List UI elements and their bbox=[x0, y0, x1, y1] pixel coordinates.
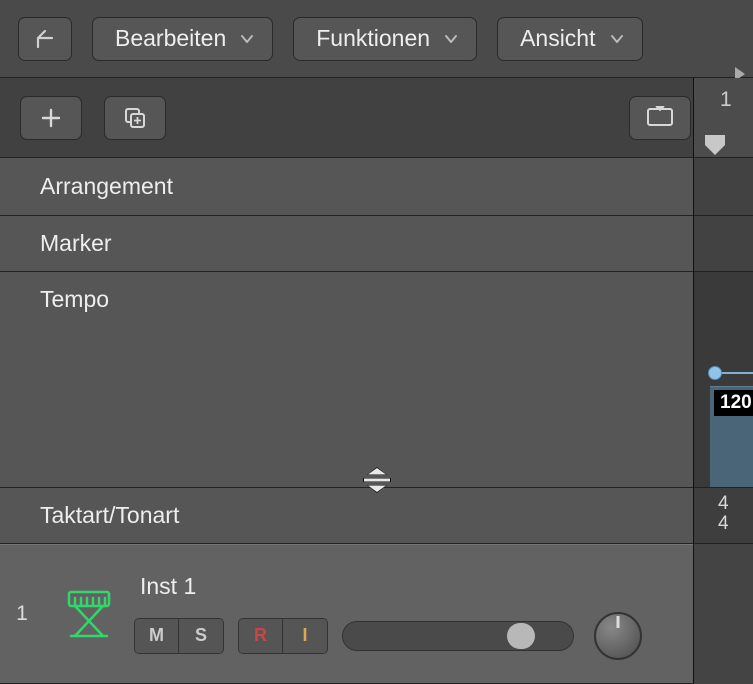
keyboard-instrument-icon bbox=[61, 586, 117, 642]
view-menu[interactable]: Ansicht bbox=[497, 17, 642, 61]
solo-button[interactable]: S bbox=[179, 619, 223, 653]
track-controls: M S R I bbox=[134, 612, 753, 660]
back-arrow-icon bbox=[32, 26, 58, 52]
main-toolbar: Bearbeiten Funktionen Ansicht bbox=[0, 0, 753, 78]
record-enable-button[interactable]: R bbox=[239, 619, 283, 653]
ruler-arrangement[interactable] bbox=[694, 158, 753, 216]
tracks-subtoolbar bbox=[0, 78, 753, 158]
ruler-area: 1 120 4 4 bbox=[693, 78, 753, 684]
time-sig-numerator: 4 bbox=[718, 494, 729, 514]
arrangement-lane: Arrangement + bbox=[0, 158, 753, 216]
functions-menu-label: Funktionen bbox=[316, 25, 430, 52]
record-input-group: R I bbox=[238, 618, 328, 654]
tempo-label: Tempo bbox=[40, 286, 109, 313]
playhead-icon[interactable] bbox=[702, 132, 728, 158]
functions-menu[interactable]: Funktionen bbox=[293, 17, 477, 61]
ruler-marker[interactable] bbox=[694, 216, 753, 272]
bar-number: 1 bbox=[720, 88, 732, 112]
volume-thumb[interactable] bbox=[507, 623, 535, 649]
mute-solo-group: M S bbox=[134, 618, 224, 654]
edit-menu-label: Bearbeiten bbox=[115, 25, 226, 52]
resize-handle-icon[interactable] bbox=[355, 465, 399, 495]
tempo-lane: Tempo 140 120 100 bbox=[0, 272, 753, 488]
ruler-tempo[interactable]: 120 bbox=[694, 272, 753, 488]
chevron-down-icon bbox=[240, 32, 254, 46]
chevron-down-icon bbox=[444, 32, 458, 46]
add-track-button[interactable] bbox=[20, 96, 82, 140]
marker-lane: Marker + bbox=[0, 216, 753, 272]
pan-knob[interactable] bbox=[594, 612, 642, 660]
time-sig-denominator: 4 bbox=[718, 514, 729, 534]
track-name[interactable]: Inst 1 bbox=[134, 573, 753, 600]
duplicate-track-button[interactable] bbox=[104, 96, 166, 140]
time-signature: 4 4 bbox=[718, 494, 729, 534]
back-button[interactable] bbox=[18, 17, 72, 61]
mute-button[interactable]: M bbox=[135, 619, 179, 653]
signature-label: Taktart/Tonart bbox=[40, 502, 179, 529]
catch-playhead-icon bbox=[646, 106, 674, 130]
track-number: 1 bbox=[0, 602, 44, 626]
arrangement-label: Arrangement bbox=[40, 173, 173, 200]
volume-slider[interactable] bbox=[342, 621, 574, 651]
duplicate-icon bbox=[122, 105, 148, 131]
ruler-signature[interactable]: 4 4 bbox=[694, 488, 753, 544]
signature-lane: Taktart/Tonart + bbox=[0, 488, 753, 544]
tempo-value-badge: 120 bbox=[714, 390, 753, 416]
tempo-point[interactable] bbox=[708, 366, 722, 380]
track-row[interactable]: 1 Inst 1 M S R I bbox=[0, 544, 753, 684]
catch-playhead-button[interactable] bbox=[629, 96, 691, 140]
chevron-down-icon bbox=[610, 32, 624, 46]
view-menu-label: Ansicht bbox=[520, 25, 595, 52]
bar-ruler[interactable]: 1 bbox=[694, 78, 753, 158]
track-icon-slot bbox=[44, 586, 134, 642]
marker-label: Marker bbox=[40, 230, 112, 257]
track-body: Inst 1 M S R I bbox=[134, 569, 753, 660]
input-monitor-button[interactable]: I bbox=[283, 619, 327, 653]
plus-icon bbox=[40, 107, 62, 129]
edit-menu[interactable]: Bearbeiten bbox=[92, 17, 273, 61]
